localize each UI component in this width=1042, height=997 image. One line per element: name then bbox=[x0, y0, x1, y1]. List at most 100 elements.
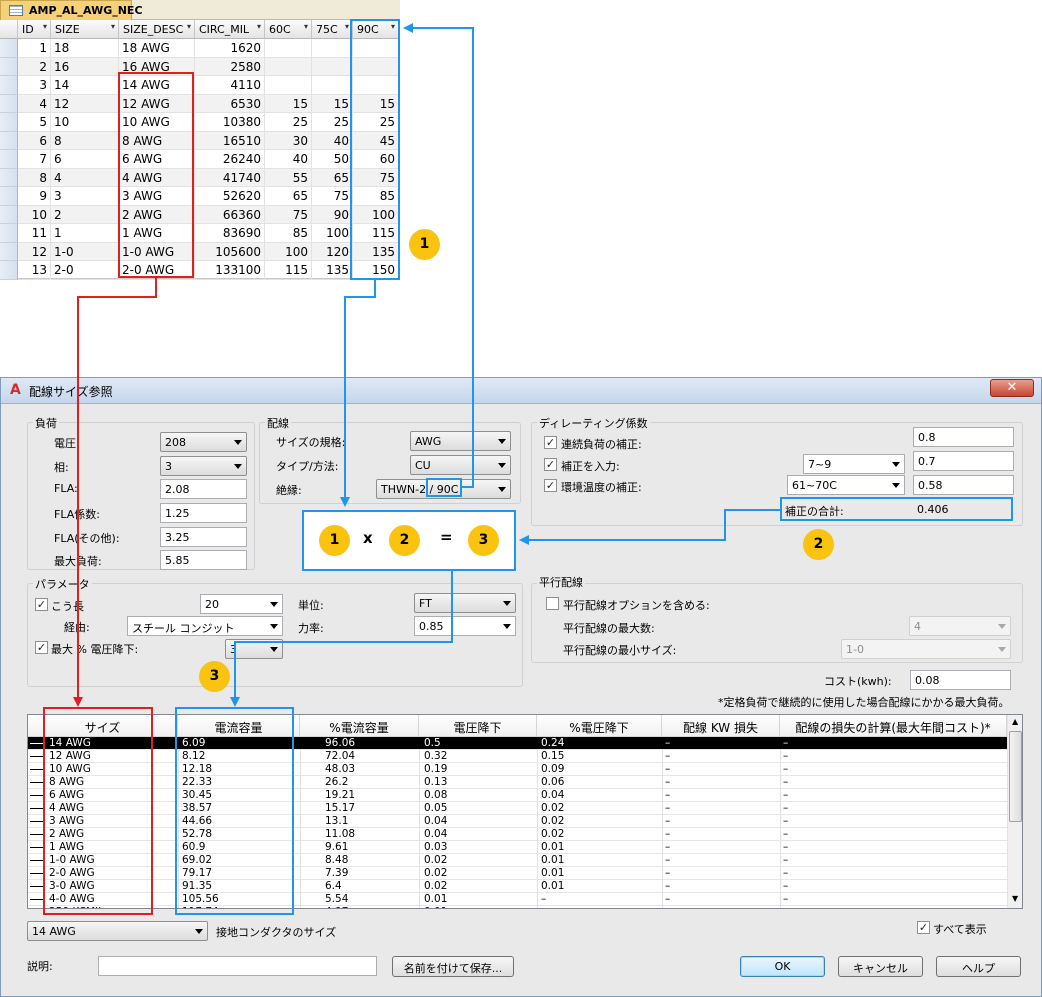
filter-dropdown-icon[interactable]: ▾ bbox=[43, 22, 47, 31]
table-cell[interactable]: 8 AWG bbox=[119, 131, 195, 150]
table-tab[interactable]: AMP_AL_AWG_NEC bbox=[0, 0, 143, 20]
table-cell[interactable]: 16510 bbox=[195, 131, 265, 150]
row-selector[interactable] bbox=[0, 57, 18, 76]
table-cell[interactable]: 14 bbox=[51, 76, 119, 95]
table-cell[interactable]: 75 bbox=[353, 168, 399, 187]
table-cell[interactable]: 3 bbox=[18, 76, 51, 95]
help-button[interactable]: ヘルプ bbox=[936, 956, 1021, 977]
input-correction-checkbox[interactable]: ✓ bbox=[544, 458, 557, 471]
save-as-button[interactable]: 名前を付けて保存... bbox=[392, 956, 514, 977]
table-cell[interactable]: 12 bbox=[51, 94, 119, 113]
ok-button[interactable]: OK bbox=[740, 956, 825, 977]
cancel-button[interactable]: キャンセル bbox=[838, 956, 923, 977]
table-cell[interactable] bbox=[265, 57, 312, 76]
table-cell[interactable]: 10 AWG bbox=[119, 113, 195, 132]
table-cell[interactable]: 120 bbox=[312, 242, 353, 261]
table-cell[interactable]: 66360 bbox=[195, 205, 265, 224]
table-cell[interactable]: 2580 bbox=[195, 57, 265, 76]
table-cell[interactable]: 135 bbox=[353, 242, 399, 261]
table-cell[interactable]: 85 bbox=[353, 187, 399, 206]
row-selector[interactable] bbox=[0, 242, 18, 261]
table-cell[interactable]: 2-0 bbox=[51, 261, 119, 280]
table-cell[interactable]: 1 bbox=[18, 39, 51, 58]
size-standard-select[interactable]: AWG bbox=[410, 431, 511, 451]
table-cell[interactable]: 6 bbox=[18, 131, 51, 150]
row-selector[interactable] bbox=[0, 224, 18, 243]
grid-column-header[interactable]: 電圧降下 bbox=[419, 715, 537, 737]
table-cell[interactable]: 12 bbox=[18, 242, 51, 261]
fla-factor-field[interactable]: 1.25 bbox=[160, 503, 247, 523]
description-field[interactable] bbox=[98, 956, 377, 976]
table-cell[interactable]: 4 bbox=[51, 168, 119, 187]
table-cell[interactable]: 75 bbox=[265, 205, 312, 224]
table-cell[interactable]: 83690 bbox=[195, 224, 265, 243]
table-cell[interactable] bbox=[353, 57, 399, 76]
table-cell[interactable]: 100 bbox=[353, 205, 399, 224]
table-cell[interactable]: 10 bbox=[51, 113, 119, 132]
table-cell[interactable]: 115 bbox=[265, 261, 312, 280]
table-cell[interactable]: 105600 bbox=[195, 242, 265, 261]
table-cell[interactable]: 135 bbox=[312, 261, 353, 280]
input-correction-select[interactable]: 7~9 bbox=[803, 454, 905, 474]
table-cell[interactable]: 4110 bbox=[195, 76, 265, 95]
table-cell[interactable]: 4 AWG bbox=[119, 168, 195, 187]
table-cell[interactable]: 6 AWG bbox=[119, 150, 195, 169]
table-cell[interactable]: 12 AWG bbox=[119, 94, 195, 113]
table-cell[interactable] bbox=[312, 39, 353, 58]
column-header[interactable]: CIRC_MIL ▾ bbox=[195, 20, 265, 39]
column-header[interactable]: ID ▾ bbox=[18, 20, 51, 39]
table-cell[interactable] bbox=[312, 76, 353, 95]
table-cell[interactable]: 16 bbox=[51, 57, 119, 76]
table-cell[interactable]: 115 bbox=[353, 224, 399, 243]
table-cell[interactable]: 1620 bbox=[195, 39, 265, 58]
fla-other-field[interactable]: 3.25 bbox=[160, 527, 247, 547]
grid-column-header[interactable]: サイズ bbox=[28, 715, 178, 737]
table-cell[interactable]: 2 AWG bbox=[119, 205, 195, 224]
length-select[interactable]: 20 bbox=[200, 594, 283, 614]
grid-column-header[interactable]: %電圧降下 bbox=[537, 715, 662, 737]
grid-column-header[interactable]: 電流容量 bbox=[178, 715, 300, 737]
show-all-checkbox[interactable]: ✓ bbox=[917, 921, 930, 934]
power-factor-select[interactable]: 0.85 bbox=[414, 616, 516, 636]
table-cell[interactable]: 5 bbox=[18, 113, 51, 132]
table-cell[interactable]: 85 bbox=[265, 224, 312, 243]
table-cell[interactable]: 75 bbox=[312, 187, 353, 206]
column-header[interactable]: 75C ▾ bbox=[312, 20, 353, 39]
grid-column-header[interactable]: 配線の損失の計算(最大年間コスト)* bbox=[780, 715, 1007, 737]
ambient-select[interactable]: 61~70C bbox=[787, 475, 905, 495]
filter-dropdown-icon[interactable]: ▾ bbox=[304, 22, 308, 31]
filter-dropdown-icon[interactable]: ▾ bbox=[391, 22, 395, 31]
row-selector[interactable] bbox=[0, 150, 18, 169]
grid-column-header[interactable]: %電流容量 bbox=[300, 715, 419, 737]
table-cell[interactable]: 11 bbox=[18, 224, 51, 243]
table-cell[interactable]: 10 bbox=[18, 205, 51, 224]
table-cell[interactable]: 8 bbox=[51, 131, 119, 150]
max-load-field[interactable]: 5.85 bbox=[160, 550, 247, 570]
table-cell[interactable]: 25 bbox=[312, 113, 353, 132]
filter-dropdown-icon[interactable]: ▾ bbox=[345, 22, 349, 31]
table-cell[interactable]: 55 bbox=[265, 168, 312, 187]
table-cell[interactable]: 60 bbox=[353, 150, 399, 169]
table-cell[interactable]: 2 bbox=[51, 205, 119, 224]
parallel-include-checkbox[interactable] bbox=[546, 597, 559, 610]
grid-row[interactable]: 250 KCMIL117.74 4.970.01 bbox=[28, 906, 1007, 908]
grid-column-header[interactable]: 配線 KW 損失 bbox=[662, 715, 780, 737]
table-cell[interactable]: 45 bbox=[353, 131, 399, 150]
table-cell[interactable] bbox=[353, 39, 399, 58]
scroll-down-icon[interactable]: ▼ bbox=[1012, 894, 1018, 903]
table-cell[interactable]: 25 bbox=[353, 113, 399, 132]
parallel-max-select[interactable]: 4 bbox=[909, 616, 1011, 636]
select-all-corner[interactable] bbox=[0, 20, 18, 39]
table-cell[interactable] bbox=[265, 76, 312, 95]
column-header[interactable]: SIZE ▾ bbox=[51, 20, 119, 39]
column-header[interactable]: 60C ▾ bbox=[265, 20, 312, 39]
table-cell[interactable]: 14 AWG bbox=[119, 76, 195, 95]
row-selector[interactable] bbox=[0, 113, 18, 132]
table-cell[interactable]: 65 bbox=[312, 168, 353, 187]
table-cell[interactable]: 150 bbox=[353, 261, 399, 280]
phase-select[interactable]: 3 bbox=[160, 456, 247, 476]
scroll-up-icon[interactable]: ▲ bbox=[1012, 717, 1018, 726]
ambient-checkbox[interactable]: ✓ bbox=[544, 479, 557, 492]
table-cell[interactable]: 30 bbox=[265, 131, 312, 150]
table-cell[interactable]: 7 bbox=[18, 150, 51, 169]
